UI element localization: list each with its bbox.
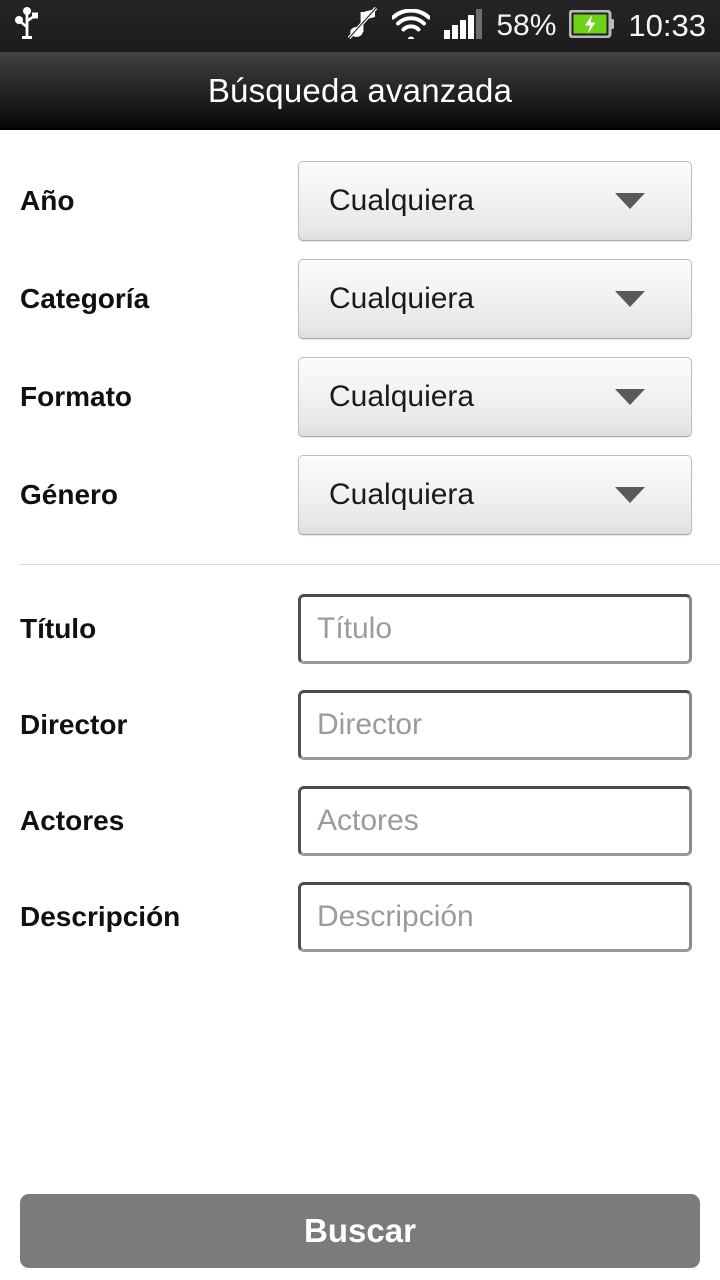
clock-label: 10:33 xyxy=(628,8,706,43)
battery-status: 58% xyxy=(496,9,556,43)
status-bar-right-icons: 58% 10:33 xyxy=(347,6,706,46)
form-row-actors: Actores Actores xyxy=(0,773,720,869)
status-bar: 58% 10:33 xyxy=(0,0,720,52)
chevron-down-icon xyxy=(615,389,645,405)
input-description[interactable]: Descripción xyxy=(298,882,692,952)
label-genre: Género xyxy=(20,478,119,510)
advanced-search-form: Año Cualquiera Categoría Cualquiera Form… xyxy=(0,130,720,1280)
search-submit-button[interactable]: Buscar xyxy=(20,1194,700,1268)
form-row-genre: Género Cualquiera xyxy=(0,446,720,544)
cellular-signal-icon xyxy=(443,8,483,45)
form-row-title: Título Título xyxy=(0,581,720,677)
input-director[interactable]: Director xyxy=(298,690,692,760)
chevron-down-icon xyxy=(615,487,645,503)
label-director: Director xyxy=(20,708,128,740)
label-category: Categoría xyxy=(20,282,150,314)
form-row-description: Descripción Descripción xyxy=(0,869,720,965)
spinner-category-value: Cualquiera xyxy=(329,282,475,315)
label-year: Año xyxy=(20,184,75,216)
form-row-category: Categoría Cualquiera xyxy=(0,250,720,348)
label-description: Descripción xyxy=(20,900,181,932)
form-row-director: Director Director xyxy=(0,677,720,773)
form-row-year: Año Cualquiera xyxy=(0,152,720,250)
input-actors-placeholder: Actores xyxy=(317,804,419,837)
battery-charging-icon xyxy=(568,9,615,43)
wifi-icon xyxy=(391,7,432,44)
battery-percent-label: 58% xyxy=(496,9,557,42)
spinner-genre-value: Cualquiera xyxy=(329,478,475,511)
spinner-format-value: Cualquiera xyxy=(329,380,475,413)
input-title-placeholder: Título xyxy=(317,612,393,645)
label-title: Título xyxy=(20,612,97,644)
spinner-year-value: Cualquiera xyxy=(329,184,475,217)
input-description-placeholder: Descripción xyxy=(317,900,474,933)
form-row-format: Formato Cualquiera xyxy=(0,348,720,446)
music-muted-icon xyxy=(347,6,379,46)
form-footer: Buscar xyxy=(0,1194,720,1268)
spinner-genre[interactable]: Cualquiera xyxy=(298,455,692,535)
input-actors[interactable]: Actores xyxy=(298,786,692,856)
app-screen: 58% 10:33 Búsqueda avanzada Año Cualquie… xyxy=(0,0,720,1280)
usb-icon xyxy=(14,6,40,46)
chevron-down-icon xyxy=(615,193,645,209)
chevron-down-icon xyxy=(615,291,645,307)
label-format: Formato xyxy=(20,380,132,412)
input-title[interactable]: Título xyxy=(298,594,692,664)
section-divider xyxy=(20,564,720,565)
spinner-category[interactable]: Cualquiera xyxy=(298,259,692,339)
spinner-year[interactable]: Cualquiera xyxy=(298,161,692,241)
title-bar: Búsqueda avanzada xyxy=(0,52,720,130)
label-actors: Actores xyxy=(20,804,125,836)
status-bar-left-icons xyxy=(14,6,40,46)
spinner-format[interactable]: Cualquiera xyxy=(298,357,692,437)
page-title: Búsqueda avanzada xyxy=(207,72,513,109)
input-director-placeholder: Director xyxy=(317,708,423,741)
